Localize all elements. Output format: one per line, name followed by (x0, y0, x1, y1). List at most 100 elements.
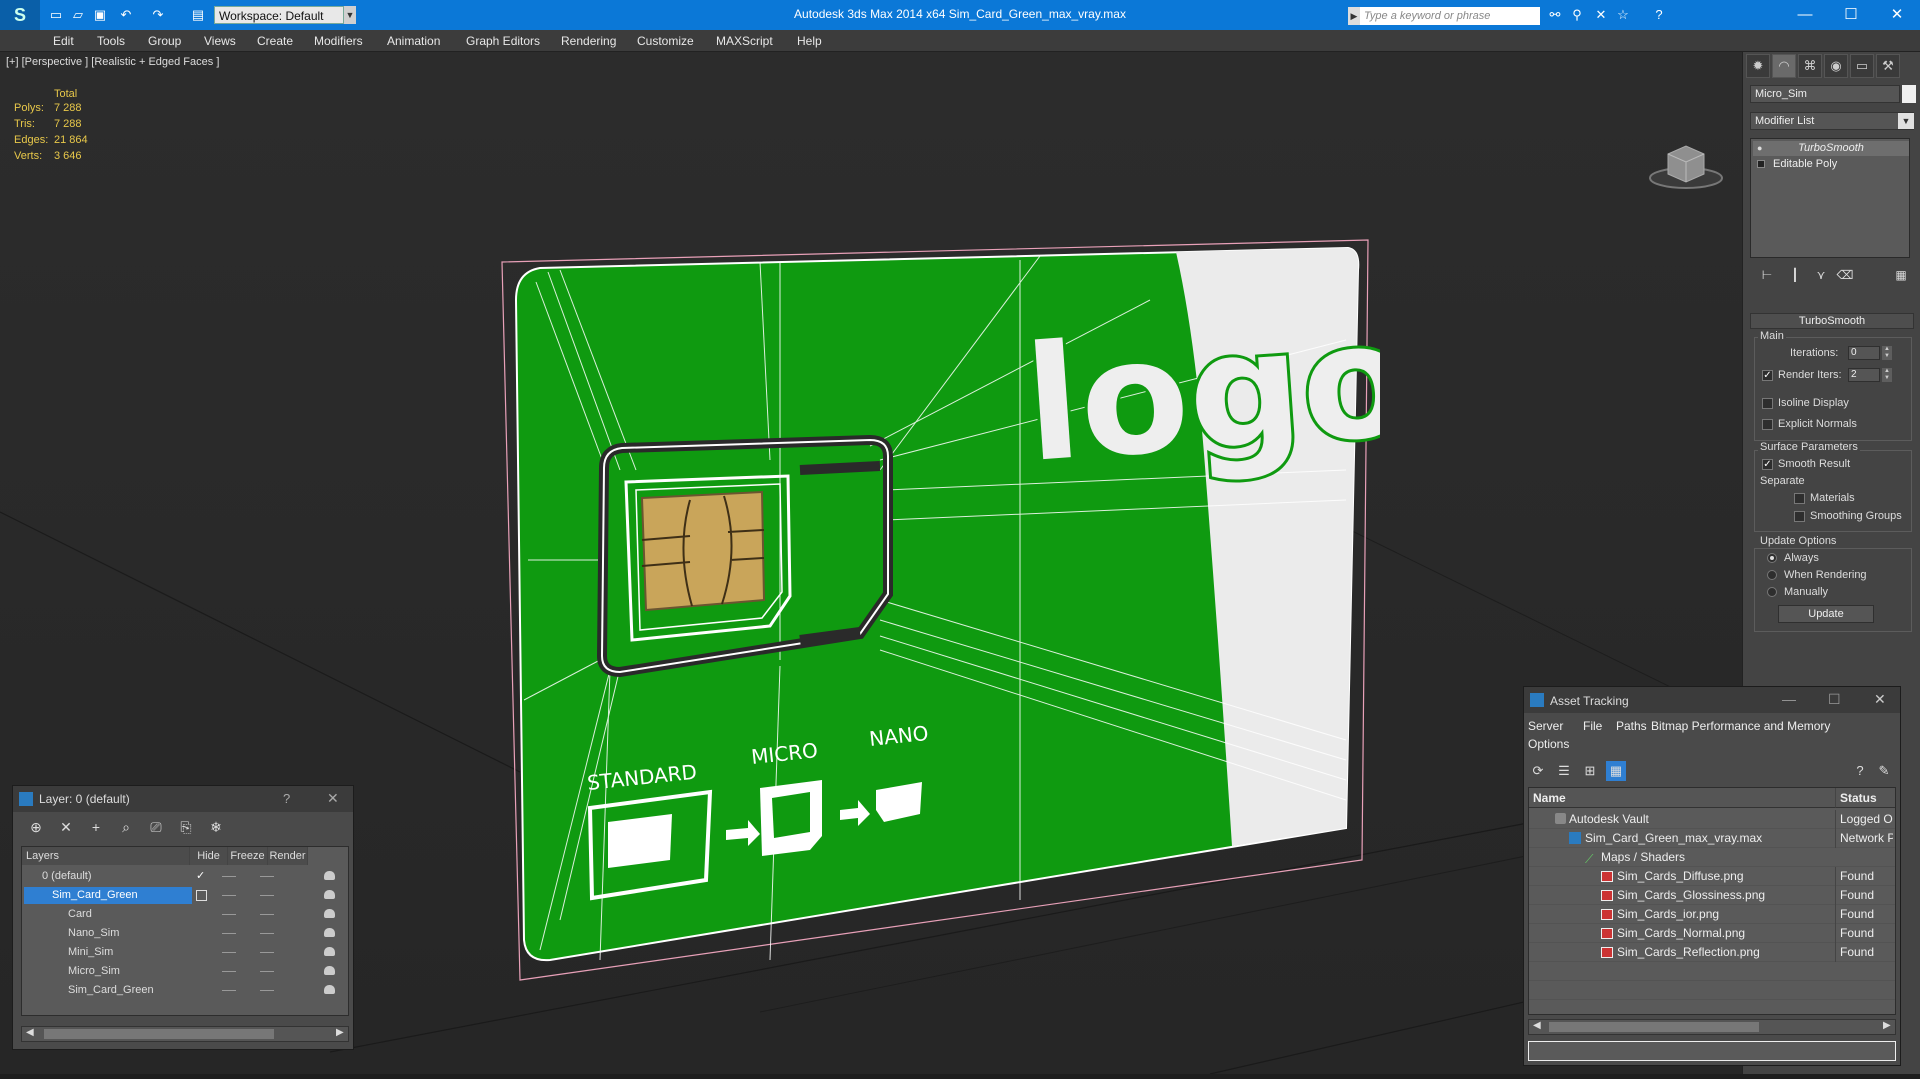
table-view-icon[interactable]: ▦ (1606, 761, 1626, 781)
menu-paths[interactable]: Paths (1616, 719, 1647, 733)
close-icon[interactable]: ✕ (1874, 691, 1886, 708)
layer-object-row[interactable]: Mini_Sim (22, 943, 348, 962)
asset-row[interactable]: Sim_Cards_ior.png Found (1529, 905, 1895, 924)
horizontal-scrollbar[interactable]: ◀ ▶ (21, 1026, 349, 1042)
layer-row-selected[interactable]: Sim_Card_Green (22, 886, 348, 905)
remove-modifier-icon[interactable]: ⌫ (1836, 266, 1854, 284)
asset-dialog-titlebar[interactable]: Asset Tracking — ☐ ✕ (1524, 687, 1900, 713)
layer-object-row[interactable]: Card (22, 905, 348, 924)
menu-file[interactable]: File (1583, 719, 1602, 733)
object-name-field[interactable]: Micro_Sim (1750, 85, 1900, 103)
asset-row[interactable]: ⟋ Maps / Shaders (1529, 848, 1895, 867)
communication-icon[interactable]: ✕ (1592, 7, 1610, 23)
isoline-display-checkbox[interactable] (1762, 398, 1773, 409)
column-hide[interactable]: Hide (190, 847, 228, 865)
menu-views[interactable]: Views (204, 34, 236, 48)
viewport-label[interactable]: [+] [Perspective ] [Realistic + Edged Fa… (6, 56, 219, 68)
favorites-icon[interactable]: ☆ (1614, 7, 1632, 23)
menu-graph-editors[interactable]: Graph Editors (466, 34, 540, 48)
when-rendering-radio[interactable] (1767, 570, 1777, 580)
list-view-icon[interactable]: ☰ (1554, 761, 1574, 781)
display-tab-icon[interactable]: ▭ (1850, 54, 1874, 78)
binoculars-icon[interactable]: ⚯ (1546, 7, 1564, 23)
asset-row[interactable]: Sim_Cards_Glossiness.png Found (1529, 886, 1895, 905)
motion-tab-icon[interactable]: ◉ (1824, 54, 1848, 78)
delete-layer-icon[interactable]: ✕ (55, 816, 77, 838)
horizontal-scrollbar[interactable]: ◀ ▶ (1528, 1019, 1896, 1035)
spinner-arrows-icon[interactable]: ▲ ▼ (1882, 368, 1892, 382)
asset-row[interactable]: Sim_Card_Green_max_vray.max Network Pa (1529, 829, 1895, 848)
render-iters-checkbox[interactable]: ✓ (1762, 370, 1773, 381)
minimize-icon[interactable]: — (1782, 691, 1796, 707)
search-input[interactable]: Type a keyword or phrase (1360, 7, 1540, 25)
menu-rendering[interactable]: Rendering (561, 34, 616, 48)
scroll-thumb[interactable] (44, 1029, 274, 1039)
search-expand-icon[interactable]: ▶ (1348, 7, 1360, 25)
object-color-swatch[interactable] (1902, 85, 1916, 103)
lightbulb-icon[interactable]: ● (1757, 143, 1765, 153)
expand-icon[interactable] (1757, 160, 1765, 168)
menu-maxscript[interactable]: MAXScript (716, 34, 773, 48)
refresh-icon[interactable]: ⟳ (1528, 761, 1548, 781)
render-iters-spinner[interactable]: 2 (1848, 368, 1880, 382)
always-radio[interactable] (1767, 553, 1777, 563)
hierarchy-tab-icon[interactable]: ⌘ (1798, 54, 1822, 78)
asset-row[interactable]: Sim_Cards_Reflection.png Found (1529, 943, 1895, 962)
smoothing-groups-checkbox[interactable] (1794, 511, 1805, 522)
freeze-all-icon[interactable]: ❄ (205, 816, 227, 838)
path-input[interactable] (1528, 1041, 1896, 1061)
asset-row[interactable]: Sim_Cards_Normal.png Found (1529, 924, 1895, 943)
minimize-icon[interactable]: — (1782, 0, 1828, 30)
menu-customize[interactable]: Customize (637, 34, 694, 48)
column-status[interactable]: Status (1835, 788, 1895, 808)
maximize-icon[interactable]: ☐ (1828, 691, 1841, 708)
update-button[interactable]: Update (1778, 605, 1874, 623)
menu-group[interactable]: Group (148, 34, 181, 48)
utilities-tab-icon[interactable]: ⚒ (1876, 54, 1900, 78)
scroll-right-icon[interactable]: ▶ (1883, 1020, 1891, 1031)
materials-checkbox[interactable] (1794, 493, 1805, 504)
maximize-icon[interactable]: ☐ (1828, 0, 1874, 30)
set-current-box[interactable] (196, 890, 207, 901)
manually-radio[interactable] (1767, 587, 1777, 597)
scroll-right-icon[interactable]: ▶ (336, 1027, 344, 1038)
asset-row[interactable]: Autodesk Vault Logged Ou (1529, 810, 1895, 829)
highlight-layer-icon[interactable]: ⎚ (145, 816, 167, 838)
show-end-result-icon[interactable]: ┃ (1786, 266, 1804, 284)
viewcube-icon[interactable] (1646, 140, 1726, 192)
modifier-list-dropdown[interactable]: Modifier List (1750, 112, 1914, 130)
menu-options[interactable]: Options (1528, 737, 1569, 751)
select-objects-icon[interactable]: ⌕ (115, 816, 137, 838)
layer-object-row[interactable]: Sim_Card_Green (22, 981, 348, 1000)
modify-tab-icon[interactable]: ◠ (1772, 54, 1796, 78)
help-button[interactable]: ? (283, 791, 290, 806)
asset-row[interactable]: Sim_Cards_Diffuse.png Found (1529, 867, 1895, 886)
rollout-turbosmooth[interactable]: TurboSmooth (1750, 313, 1914, 329)
smooth-result-checkbox[interactable]: ✓ (1762, 459, 1773, 470)
hide-all-icon[interactable]: ⎘ (175, 816, 197, 838)
layer-row[interactable]: 0 (default) ✓ (22, 867, 348, 886)
add-to-layer-icon[interactable]: + (85, 816, 107, 838)
close-icon[interactable]: ✕ (327, 790, 339, 807)
create-layer-icon[interactable]: ⊕ (25, 816, 47, 838)
column-layers[interactable]: Layers (22, 847, 190, 865)
column-freeze[interactable]: Freeze (228, 847, 268, 865)
column-name[interactable]: Name (1529, 788, 1835, 808)
menu-modifiers[interactable]: Modifiers (314, 34, 363, 48)
layer-dialog-titlebar[interactable]: Layer: 0 (default) ? ✕ (13, 786, 353, 812)
stack-item-turbosmooth[interactable]: TurboSmooth (1753, 141, 1909, 156)
column-render[interactable]: Render (268, 847, 308, 865)
create-tab-icon[interactable]: ✹ (1746, 54, 1770, 78)
sim-card-model[interactable]: logo STANDARD MICRO NANO (500, 232, 1380, 1032)
explicit-normals-checkbox[interactable] (1762, 419, 1773, 430)
configure-sets-icon[interactable]: ▦ (1892, 266, 1910, 284)
layer-object-row[interactable]: Nano_Sim (22, 924, 348, 943)
make-unique-icon[interactable]: ⋎ (1812, 266, 1830, 284)
help-icon[interactable]: ? (1650, 7, 1668, 23)
chevron-down-icon[interactable]: ▼ (1898, 113, 1914, 129)
stack-item-editable-poly[interactable]: Editable Poly (1753, 157, 1909, 172)
scroll-left-icon[interactable]: ◀ (1533, 1020, 1541, 1031)
layer-object-row[interactable]: Micro_Sim (22, 962, 348, 981)
spinner-arrows-icon[interactable]: ▲ ▼ (1882, 346, 1892, 360)
menu-bitmap-performance[interactable]: Bitmap Performance and Memory (1651, 719, 1830, 733)
